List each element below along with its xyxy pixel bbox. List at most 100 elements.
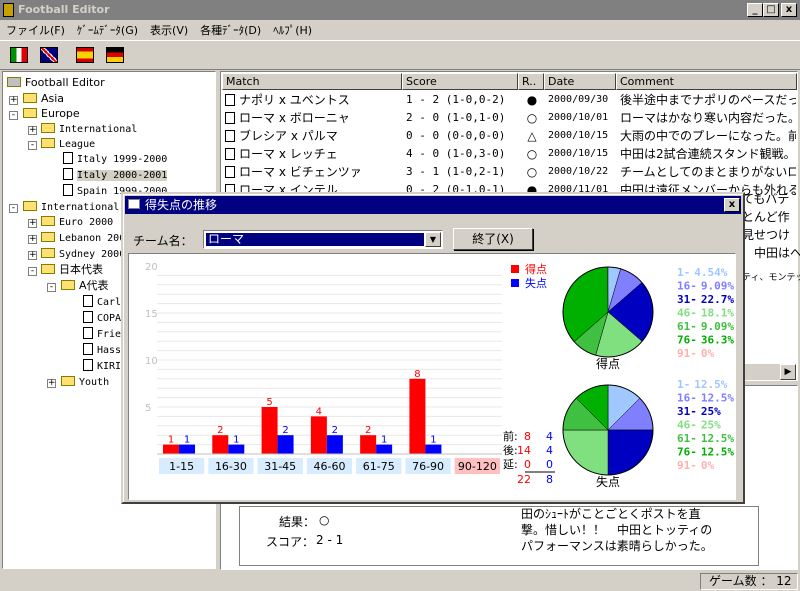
x-tick-label: 76-90 bbox=[412, 460, 444, 473]
collapse-toggle[interactable]: - bbox=[28, 267, 37, 276]
comment-fragment: ティ、モンテッ bbox=[742, 273, 800, 283]
menu-gamedata[interactable]: ｹﾞｰﾑﾃﾞｰﾀ(G) bbox=[71, 20, 144, 40]
tree-item-sydney[interactable]: Sydney 2000 bbox=[41, 247, 125, 262]
folder-icon bbox=[23, 201, 37, 211]
expand-toggle[interactable]: + bbox=[28, 235, 37, 244]
tree-item-league[interactable]: League bbox=[41, 137, 95, 152]
maximize-button[interactable]: □ bbox=[763, 3, 779, 17]
bar bbox=[277, 435, 294, 454]
scroll-right-icon[interactable]: ▶ bbox=[780, 364, 796, 380]
table-row[interactable]: ローマ x ボローニャ 2 - 0 (1-0,1-0) ○ 2000/10/01 ローマ… bbox=[222, 109, 796, 127]
bar bbox=[163, 444, 179, 454]
cell-date: 2000/10/15 bbox=[548, 130, 609, 141]
expand-toggle[interactable]: + bbox=[28, 126, 37, 135]
bar-value-label: 1 bbox=[184, 435, 190, 446]
summary-conceded: 4 bbox=[546, 430, 553, 443]
italy-flag-icon bbox=[10, 47, 28, 63]
score-value: 2 - 1 bbox=[316, 533, 344, 547]
bar-value-label: 2 bbox=[365, 425, 371, 436]
status-bar: ゲーム数 ： 12 bbox=[0, 572, 800, 591]
cell-result: △ bbox=[527, 129, 537, 143]
tree-item-japan[interactable]: 日本代表 bbox=[41, 263, 103, 278]
summary-label: 後: bbox=[503, 443, 518, 457]
menu-help[interactable]: ﾍﾙﾌﾟ(H) bbox=[267, 20, 318, 40]
menu-view[interactable]: 表示(V) bbox=[144, 20, 194, 40]
x-tick-label: 31-45 bbox=[264, 460, 296, 473]
summary-label: 前: bbox=[503, 429, 518, 443]
collapse-toggle[interactable]: - bbox=[9, 204, 18, 213]
cell-date: 2000/10/22 bbox=[548, 166, 609, 177]
summary-total-conceded: 8 bbox=[546, 473, 553, 486]
header-match[interactable]: Match bbox=[222, 73, 402, 90]
tree-item-asia[interactable]: Asia bbox=[23, 92, 64, 107]
cell-match: ブレシア x パルマ bbox=[239, 129, 338, 143]
team-select[interactable]: ローマ ▼ bbox=[203, 230, 443, 249]
bar-value-label: 4 bbox=[316, 406, 322, 417]
cell-date: 2000/09/30 bbox=[548, 94, 609, 105]
close-button[interactable]: x bbox=[781, 3, 797, 17]
pie-legend-entry: 46- 18.1% bbox=[677, 307, 734, 320]
germany-league-button[interactable] bbox=[104, 44, 126, 66]
bar bbox=[376, 444, 393, 454]
bar bbox=[409, 378, 426, 454]
expand-toggle[interactable]: + bbox=[47, 379, 56, 388]
cell-result: ○ bbox=[526, 147, 538, 161]
summary-total-scored: 22 bbox=[517, 473, 531, 486]
tree-item-italy-1999[interactable]: Italy 1999-2000 bbox=[63, 152, 167, 167]
expand-toggle[interactable]: + bbox=[9, 96, 18, 105]
header-result[interactable]: R.. bbox=[518, 73, 544, 90]
window-title: Football Editor bbox=[18, 3, 110, 16]
pie-slice bbox=[607, 429, 654, 476]
pie-legend-entry: 16- 9.09% bbox=[677, 280, 734, 293]
bar-value-label: 2 bbox=[332, 425, 338, 436]
dialog-icon bbox=[128, 199, 140, 209]
dialog-close-button[interactable]: x bbox=[724, 198, 740, 212]
cell-match: ローマ x ビチェンツァ bbox=[239, 165, 362, 179]
pie-legend-entry: 61- 9.09% bbox=[677, 320, 734, 333]
cell-match: ローマ x レッチェ bbox=[239, 147, 338, 161]
document-icon bbox=[63, 168, 73, 180]
team-select-value: ローマ bbox=[206, 233, 424, 246]
tree-item-a-team[interactable]: A代表 bbox=[61, 279, 109, 294]
table-row[interactable]: ローマ x レッチェ 4 - 0 (1-0,3-0) ○ 2000/10/15 中田は2… bbox=[222, 145, 796, 163]
bar-value-label: 1 bbox=[168, 435, 174, 446]
header-date[interactable]: Date bbox=[544, 73, 616, 90]
table-row[interactable]: ローマ x ビチェンツァ 3 - 1 (1-0,2-1) ○ 2000/10/22 チー… bbox=[222, 163, 796, 181]
tree-item-europe[interactable]: Europe bbox=[23, 107, 80, 122]
collapse-toggle[interactable]: - bbox=[9, 111, 18, 120]
x-tick-label: 1-15 bbox=[169, 460, 194, 473]
italy-league-button[interactable] bbox=[8, 44, 30, 66]
tree-item-lebanon[interactable]: Lebanon 2000 bbox=[41, 231, 131, 246]
expand-toggle[interactable]: + bbox=[28, 219, 37, 228]
tree-item-italy-2000[interactable]: Italy 2000-2001 bbox=[63, 168, 168, 183]
chevron-down-icon[interactable]: ▼ bbox=[425, 232, 441, 247]
tree-root[interactable]: Football Editor bbox=[7, 76, 105, 91]
team-label: チーム名： bbox=[133, 234, 193, 248]
header-comment[interactable]: Comment bbox=[616, 73, 797, 90]
spain-league-button[interactable] bbox=[74, 44, 96, 66]
tree-item-international[interactable]: International bbox=[41, 122, 137, 137]
close-dialog-button[interactable]: 終了(X) bbox=[453, 228, 533, 250]
menu-data[interactable]: 各種ﾃﾞｰﾀ(D) bbox=[194, 20, 267, 40]
cell-date: 2000/10/15 bbox=[548, 148, 609, 159]
collapse-toggle[interactable]: - bbox=[47, 283, 56, 292]
minimize-button[interactable]: _ bbox=[747, 3, 763, 17]
expand-toggle[interactable]: + bbox=[28, 251, 37, 260]
tree-item-international-2[interactable]: International bbox=[23, 200, 119, 215]
header-score[interactable]: Score bbox=[402, 73, 518, 90]
bar bbox=[179, 444, 195, 454]
legend-swatch-conceded bbox=[511, 279, 519, 287]
tree-item-youth[interactable]: Youth bbox=[61, 375, 109, 390]
y-tick-label: 10 bbox=[145, 356, 158, 367]
y-tick-label: 20 bbox=[145, 262, 158, 273]
result-label: 結果： bbox=[279, 515, 316, 529]
tree-item-euro2000[interactable]: Euro 2000 bbox=[41, 215, 113, 230]
cell-score: 2 - 0 (1-0,1-0) bbox=[406, 111, 506, 124]
document-icon bbox=[83, 295, 93, 307]
table-row[interactable]: ブレシア x パルマ 0 - 0 (0-0,0-0) △ 2000/10/15 大雨の中… bbox=[222, 127, 796, 145]
table-row[interactable]: ナポリ x ユベントス 1 - 2 (1-0,0-2) ● 2000/09/30 後半途… bbox=[222, 91, 796, 109]
menu-file[interactable]: ファイル(F) bbox=[0, 20, 71, 40]
england-league-button[interactable] bbox=[38, 44, 60, 66]
collapse-toggle[interactable]: - bbox=[28, 141, 37, 150]
pie-legend-entry: 91- 0% bbox=[677, 459, 714, 472]
